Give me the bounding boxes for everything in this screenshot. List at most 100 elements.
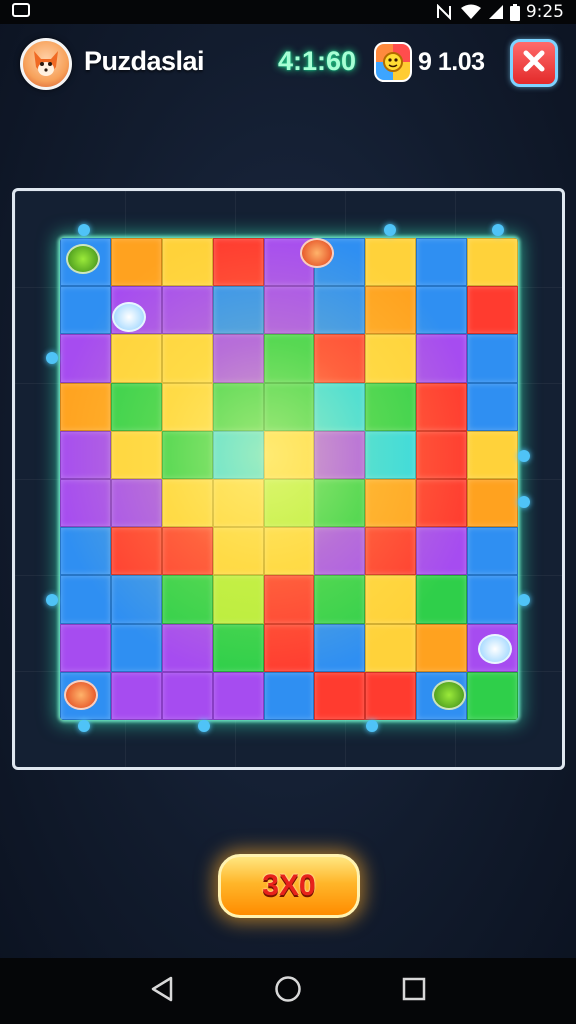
puzzle-piece[interactable] xyxy=(467,479,518,528)
puzzle-tab xyxy=(198,720,210,732)
puzzle-piece[interactable] xyxy=(110,382,162,431)
puzzle-piece[interactable] xyxy=(110,575,162,624)
puzzle-piece[interactable] xyxy=(365,575,417,624)
puzzle-piece[interactable] xyxy=(416,623,468,672)
puzzle-piece[interactable] xyxy=(314,575,366,624)
signal-icon xyxy=(488,4,504,20)
puzzle-piece[interactable] xyxy=(467,382,518,431)
puzzle-piece[interactable] xyxy=(161,623,213,672)
puzzle-piece[interactable] xyxy=(416,382,468,431)
puzzle-piece[interactable] xyxy=(467,575,518,624)
puzzle-piece[interactable] xyxy=(212,623,264,672)
game-header: Puzdaslai 4:1:60 9 1.03 xyxy=(0,24,576,104)
puzzle-piece[interactable] xyxy=(110,527,162,576)
puzzle-piece[interactable] xyxy=(467,238,518,287)
puzzle-piece[interactable] xyxy=(314,527,366,576)
puzzle-piece[interactable] xyxy=(365,623,417,672)
puzzle-piece[interactable] xyxy=(161,430,213,479)
wifi-icon xyxy=(460,4,482,20)
recents-square-icon[interactable] xyxy=(401,976,427,1007)
puzzle-piece[interactable] xyxy=(212,430,264,479)
puzzle-piece[interactable] xyxy=(60,334,111,383)
puzzle-piece[interactable] xyxy=(467,286,518,335)
puzzle-piece[interactable] xyxy=(60,382,111,431)
puzzle-piece[interactable] xyxy=(60,430,111,479)
puzzle-tab xyxy=(78,224,90,236)
puzzle-piece[interactable] xyxy=(467,527,518,576)
puzzle-piece[interactable] xyxy=(263,334,315,383)
puzzle-piece[interactable] xyxy=(60,479,111,528)
puzzle-piece[interactable] xyxy=(365,430,417,479)
puzzle-piece[interactable] xyxy=(263,430,315,479)
puzzle-piece[interactable] xyxy=(365,671,417,720)
puzzle-piece[interactable] xyxy=(110,430,162,479)
ghost-critter-icon xyxy=(478,634,512,664)
puzzle-piece[interactable] xyxy=(161,382,213,431)
puzzle-piece[interactable] xyxy=(314,623,366,672)
puzzle-piece[interactable] xyxy=(60,527,111,576)
puzzle-piece[interactable] xyxy=(314,286,366,335)
puzzle-piece[interactable] xyxy=(60,286,111,335)
home-circle-icon[interactable] xyxy=(274,975,302,1008)
puzzle-piece[interactable] xyxy=(212,479,264,528)
puzzle-tab xyxy=(518,594,530,606)
puzzle-piece[interactable] xyxy=(263,623,315,672)
puzzle-piece[interactable] xyxy=(212,671,264,720)
puzzle-piece[interactable] xyxy=(416,479,468,528)
puzzle-piece[interactable] xyxy=(161,479,213,528)
puzzle-piece[interactable] xyxy=(110,479,162,528)
puzzle-tab xyxy=(492,224,504,236)
puzzle-piece[interactable] xyxy=(161,527,213,576)
puzzle-piece[interactable] xyxy=(212,286,264,335)
puzzle-piece[interactable] xyxy=(314,334,366,383)
puzzle-piece[interactable] xyxy=(263,575,315,624)
puzzle-piece[interactable] xyxy=(263,671,315,720)
action-button[interactable]: 3X0 xyxy=(218,854,360,918)
fox-avatar-icon[interactable] xyxy=(20,38,72,90)
puzzle-tab xyxy=(46,594,58,606)
puzzle-piece[interactable] xyxy=(467,430,518,479)
puzzle-piece[interactable] xyxy=(60,623,111,672)
puzzle-piece[interactable] xyxy=(212,575,264,624)
puzzle-piece[interactable] xyxy=(263,382,315,431)
puzzle-piece[interactable] xyxy=(365,238,417,287)
puzzle-piece[interactable] xyxy=(60,575,111,624)
puzzle-piece[interactable] xyxy=(161,575,213,624)
puzzle-piece[interactable] xyxy=(110,623,162,672)
puzzle-piece[interactable] xyxy=(161,286,213,335)
puzzle-piece[interactable] xyxy=(467,334,518,383)
puzzle-piece[interactable] xyxy=(416,527,468,576)
puzzle-piece[interactable] xyxy=(314,430,366,479)
puzzle-piece[interactable] xyxy=(365,479,417,528)
puzzle-piece[interactable] xyxy=(161,334,213,383)
puzzle-piece[interactable] xyxy=(212,527,264,576)
puzzle-piece[interactable] xyxy=(365,382,417,431)
puzzle-piece[interactable] xyxy=(110,671,162,720)
back-triangle-icon[interactable] xyxy=(149,975,175,1008)
close-button[interactable] xyxy=(510,39,558,87)
puzzle-piece[interactable] xyxy=(263,479,315,528)
puzzle-piece[interactable] xyxy=(314,479,366,528)
puzzle-piece[interactable] xyxy=(110,334,162,383)
puzzle-piece[interactable] xyxy=(161,671,213,720)
puzzle-tab xyxy=(518,450,530,462)
puzzle-piece[interactable] xyxy=(212,382,264,431)
puzzle-piece[interactable] xyxy=(416,334,468,383)
puzzle-piece[interactable] xyxy=(416,430,468,479)
puzzle-piece[interactable] xyxy=(314,671,366,720)
puzzle-piece[interactable] xyxy=(314,382,366,431)
puzzle-piece[interactable] xyxy=(416,575,468,624)
puzzle-piece[interactable] xyxy=(263,527,315,576)
puzzle-piece[interactable] xyxy=(416,286,468,335)
puzzle-piece[interactable] xyxy=(416,238,468,287)
puzzle-piece[interactable] xyxy=(467,671,518,720)
puzzle-piece[interactable] xyxy=(161,238,213,287)
nfc-icon xyxy=(436,4,454,20)
puzzle-piece[interactable] xyxy=(212,238,264,287)
puzzle-piece[interactable] xyxy=(365,334,417,383)
puzzle-piece[interactable] xyxy=(365,527,417,576)
puzzle-piece[interactable] xyxy=(212,334,264,383)
puzzle-piece[interactable] xyxy=(263,286,315,335)
puzzle-piece[interactable] xyxy=(365,286,417,335)
puzzle-piece[interactable] xyxy=(110,238,162,287)
